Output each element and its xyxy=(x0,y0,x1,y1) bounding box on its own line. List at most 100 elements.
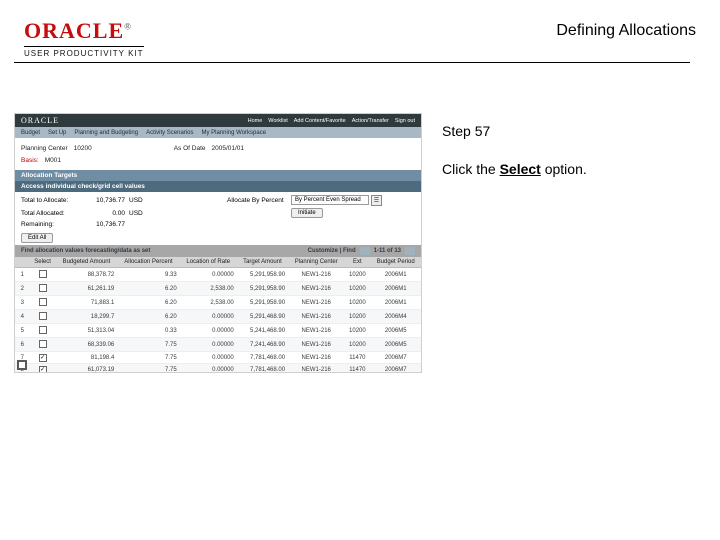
pager-next-icon[interactable] xyxy=(405,247,415,255)
cell xyxy=(30,310,56,324)
col-4: Location of Rate xyxy=(180,257,237,268)
cell: 6.20 xyxy=(117,296,179,310)
cell: 2,538.00 xyxy=(180,282,237,296)
brand-sub: USER PRODUCTIVITY KIT xyxy=(24,46,144,58)
step-text: Click the Select option. xyxy=(442,161,587,177)
col-6: Planning Center xyxy=(288,257,344,268)
tab-planning[interactable]: Planning and Budgeting xyxy=(74,130,138,136)
cell: 2006M1 xyxy=(370,268,421,282)
page-title: Defining Allocations xyxy=(556,18,696,40)
nav-add[interactable]: Add Content/Favorite xyxy=(294,118,346,124)
cell: 0.00000 xyxy=(180,268,237,282)
screenshot-panel: ORACLE Home Worklist Add Content/Favorit… xyxy=(14,113,422,373)
scroll-left-icon[interactable] xyxy=(17,360,27,370)
cell: 5,291,958.90 xyxy=(237,282,288,296)
cell: 7,781,468.00 xyxy=(237,352,288,364)
cell: NEW1-216 xyxy=(288,282,344,296)
tab-workspace[interactable]: My Planning Workspace xyxy=(201,130,266,136)
cell xyxy=(30,268,56,282)
table-row: 551,313.040.330.000005,241,468.90NEW1-21… xyxy=(15,324,421,338)
nav-action[interactable]: Action/Transfer xyxy=(352,118,389,124)
cell: 2006M7 xyxy=(370,352,421,364)
cell: 6.20 xyxy=(117,282,179,296)
tab-setup[interactable]: Set Up xyxy=(48,130,66,136)
tab-activity[interactable]: Activity Scenarios xyxy=(146,130,193,136)
cell: 11470 xyxy=(344,364,370,374)
section-label: Find allocation values forecasting/data … xyxy=(21,248,150,254)
select-checkbox[interactable] xyxy=(39,366,47,374)
cell xyxy=(30,352,56,364)
table-row: 418,299.76.200.000005,291,468.90NEW1-216… xyxy=(15,310,421,324)
asof-label: As Of Date xyxy=(174,145,206,152)
banner-access-accounts: Access individual check/grid cell values xyxy=(15,181,421,192)
cell: NEW1-216 xyxy=(288,324,344,338)
cell: NEW1-216 xyxy=(288,296,344,310)
app-brand: ORACLE xyxy=(21,116,59,125)
section-tools[interactable]: Customize | Find xyxy=(308,248,356,254)
cell: 10200 xyxy=(344,338,370,352)
cell: 81,198.4 xyxy=(56,352,118,364)
method-label: Allocate By Percent xyxy=(227,197,287,204)
select-checkbox[interactable] xyxy=(39,284,47,292)
cell: NEW1-216 xyxy=(288,352,344,364)
cell: 88,378.72 xyxy=(56,268,118,282)
select-checkbox[interactable] xyxy=(39,270,47,278)
col-0 xyxy=(15,257,30,268)
remaining-value: 10,736.77 xyxy=(85,221,125,228)
cell xyxy=(30,282,56,296)
cell xyxy=(30,338,56,352)
total-allocate-label: Total to Allocate: xyxy=(21,197,81,204)
table-row: 1 88,378.729.330.000005,291,958.90NEW1-21… xyxy=(15,268,421,282)
brand-word: ORACLE® xyxy=(24,18,144,44)
initiate-button[interactable]: Initiate xyxy=(291,208,323,218)
cell: 5 xyxy=(15,324,30,338)
pager-prev-icon[interactable] xyxy=(360,247,370,255)
usd-2: USD xyxy=(129,210,189,217)
cell: 0.00000 xyxy=(180,364,237,374)
step-text-pre: Click the xyxy=(442,161,500,177)
select-checkbox[interactable] xyxy=(39,298,47,306)
cell: 6.20 xyxy=(117,310,179,324)
cell: 18,299.7 xyxy=(56,310,118,324)
select-option-button[interactable]: ☰ xyxy=(371,195,382,206)
cell: 7.75 xyxy=(117,352,179,364)
select-checkbox[interactable] xyxy=(39,340,47,348)
step-text-post: option. xyxy=(541,161,587,177)
select-checkbox[interactable] xyxy=(39,326,47,334)
cell xyxy=(30,364,56,374)
cell: 2 xyxy=(15,282,30,296)
table-row: 861,073.197.750.000007,781,468.00NEW1-21… xyxy=(15,364,421,374)
cell: 11470 xyxy=(344,352,370,364)
cell: NEW1-216 xyxy=(288,268,344,282)
col-1: Select xyxy=(30,257,56,268)
tab-strip: Budget Set Up Planning and Budgeting Act… xyxy=(15,127,421,138)
cell xyxy=(30,296,56,310)
cell: 3 xyxy=(15,296,30,310)
edit-all-button[interactable]: Edit All xyxy=(21,233,53,243)
tab-budget[interactable]: Budget xyxy=(21,130,40,136)
nav-home[interactable]: Home xyxy=(248,118,263,124)
cell: 0.33 xyxy=(117,324,179,338)
cell: 5,291,958.90 xyxy=(237,268,288,282)
basis-value: M001 xyxy=(45,157,61,164)
col-2: Budgeted Amount xyxy=(56,257,118,268)
cell xyxy=(30,324,56,338)
select-checkbox[interactable] xyxy=(39,312,47,320)
nav-worklist[interactable]: Worklist xyxy=(268,118,287,124)
cell: 61,261.19 xyxy=(56,282,118,296)
cell: 7,241,468.90 xyxy=(237,338,288,352)
asof-value: 2005/01/01 xyxy=(212,145,245,152)
nav-signout[interactable]: Sign out xyxy=(395,118,415,124)
pager-range: 1-11 of 13 xyxy=(374,248,401,254)
cell: 2,538.00 xyxy=(180,296,237,310)
cell: 5,291,958.90 xyxy=(237,296,288,310)
select-checkbox[interactable] xyxy=(39,354,47,362)
brand-text: ORACLE xyxy=(24,18,124,43)
logo: ORACLE® USER PRODUCTIVITY KIT xyxy=(24,18,144,58)
cell: 1 xyxy=(15,268,30,282)
cell: 9.33 xyxy=(117,268,179,282)
table-row: 668,339.067.750.000007,241,468.90NEW1-21… xyxy=(15,338,421,352)
header-divider xyxy=(14,62,690,63)
total-allocate-value: 10,736.77 xyxy=(85,197,125,204)
allocate-method-select[interactable]: By Percent Even Spread ☰ xyxy=(291,195,369,205)
